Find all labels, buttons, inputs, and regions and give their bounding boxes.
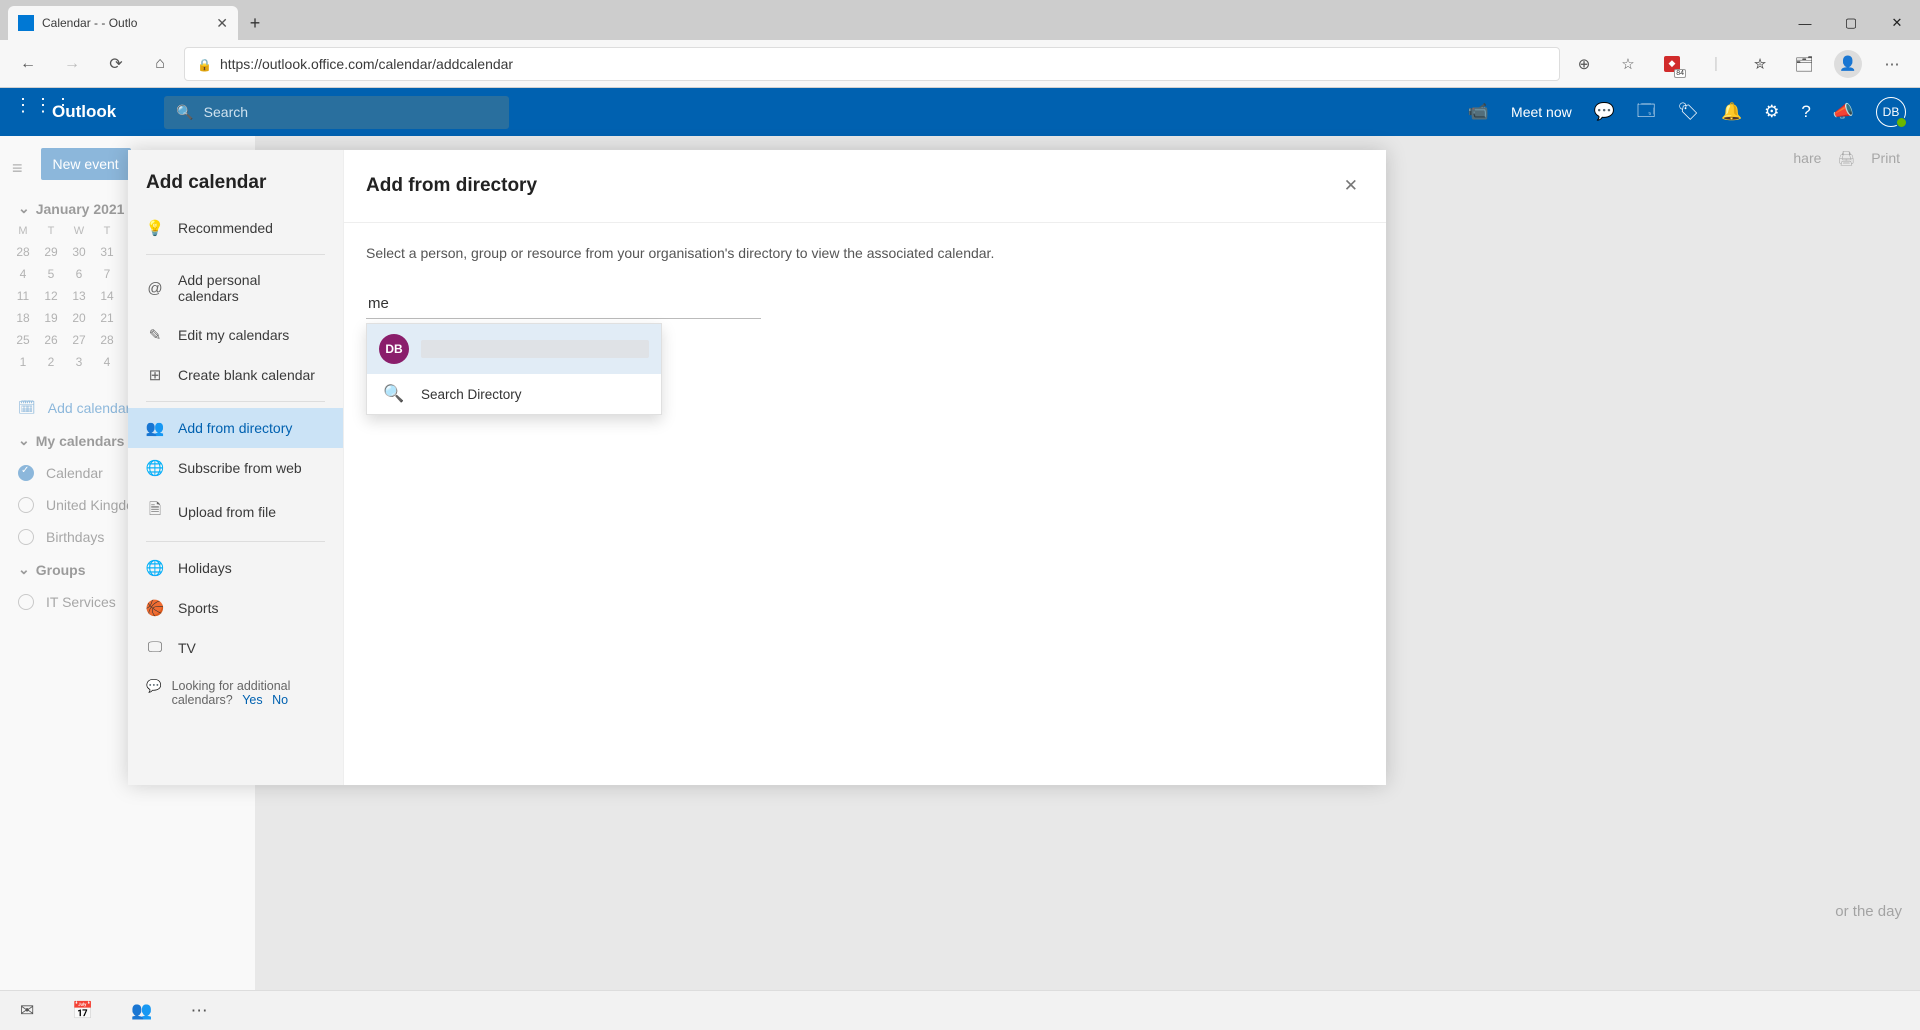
- add-page-button[interactable]: ⊕: [1564, 44, 1604, 84]
- meet-camera-icon[interactable]: 📹: [1468, 102, 1489, 122]
- modal-nav-item[interactable]: 🌐Subscribe from web: [128, 448, 343, 488]
- my-day-icon[interactable]: 🗔: [1637, 98, 1655, 127]
- megaphone-icon[interactable]: 📣: [1833, 102, 1854, 122]
- browser-tab-strip: Calendar - - Outlo ✕ + — ▢ ✕: [0, 0, 1920, 40]
- search-placeholder: Search: [204, 104, 248, 120]
- search-icon: 🔍: [379, 384, 409, 404]
- meet-now-button[interactable]: Meet now: [1511, 104, 1572, 120]
- modal-close-button[interactable]: ✕: [1338, 170, 1364, 202]
- tab-title: Calendar - - Outlo: [42, 16, 137, 30]
- modal-nav-item[interactable]: @Add personal calendars: [128, 261, 343, 315]
- browser-tab[interactable]: Calendar - - Outlo ✕: [8, 6, 238, 40]
- collections-button[interactable]: 🗂: [1784, 44, 1824, 84]
- modal-sidebar-title: Add calendar: [128, 150, 343, 208]
- calendar-module-icon[interactable]: 📅: [72, 1001, 93, 1021]
- refresh-button[interactable]: ⟳: [96, 44, 136, 84]
- app-launcher-icon[interactable]: ⋮⋮⋮: [14, 102, 34, 122]
- modal-nav-item[interactable]: ✎Edit my calendars: [128, 315, 343, 355]
- result-avatar: DB: [379, 334, 409, 364]
- nav-item-icon: 🏀: [146, 599, 164, 617]
- close-window-button[interactable]: ✕: [1874, 6, 1920, 40]
- nav-item-icon: 🌐: [146, 459, 164, 477]
- outlook-header: ⋮⋮⋮ Outlook 🔍 Search 📹 Meet now 💬 🗔 🏷 🔔 …: [0, 88, 1920, 136]
- modal-instructions: Select a person, group or resource from …: [366, 245, 1364, 261]
- nav-item-icon: @: [146, 280, 164, 297]
- modal-sidebar: Add calendar 💡Recommended @Add personal c…: [128, 150, 344, 785]
- modal-nav-item[interactable]: 🏀Sports: [128, 588, 343, 628]
- modal-nav-item[interactable]: 💡Recommended: [128, 208, 343, 248]
- feedback-no-link[interactable]: No: [272, 693, 288, 707]
- modal-nav-item[interactable]: 👥Add from directory: [128, 408, 343, 448]
- directory-results-dropdown: DB 🔍 Search Directory: [366, 323, 662, 415]
- nav-item-icon: ✎: [146, 326, 164, 344]
- feedback-prompt: 💬 Looking for additional calendars? Yes …: [128, 667, 343, 719]
- account-avatar[interactable]: DB: [1876, 97, 1906, 127]
- address-bar[interactable]: https://outlook.office.com/calendar/addc…: [184, 47, 1560, 81]
- nav-item-icon: 🗎: [146, 499, 164, 524]
- add-calendar-modal: Add calendar 💡Recommended @Add personal c…: [128, 150, 1386, 785]
- forward-button[interactable]: →: [52, 44, 92, 84]
- favorite-button[interactable]: ☆: [1608, 44, 1648, 84]
- modal-nav-item[interactable]: 🖵TV: [128, 628, 343, 667]
- outlook-brand[interactable]: Outlook: [52, 102, 116, 122]
- module-switch-rail: ✉ 📅 👥 ⋯: [0, 990, 1920, 1030]
- modal-nav-item[interactable]: 🗎Upload from file: [128, 488, 343, 535]
- home-button[interactable]: ⌂: [140, 44, 180, 84]
- modal-main: Add from directory ✕ Select a person, gr…: [344, 150, 1386, 785]
- nav-item-icon: ⊞: [146, 366, 164, 384]
- more-button[interactable]: ⋯: [1872, 44, 1912, 84]
- lock-icon: [197, 56, 212, 72]
- modal-nav-item[interactable]: 🌐Holidays: [128, 548, 343, 588]
- search-icon: 🔍: [176, 104, 193, 121]
- settings-icon[interactable]: ⚙: [1764, 102, 1779, 122]
- adblock-icon[interactable]: ◆84: [1652, 44, 1692, 84]
- directory-search-input[interactable]: [366, 289, 761, 319]
- result-name-redacted: [421, 340, 649, 358]
- notifications-icon[interactable]: 🔔: [1721, 102, 1742, 122]
- tab-favicon: [18, 15, 34, 31]
- maximize-button[interactable]: ▢: [1828, 6, 1874, 40]
- search-directory-item[interactable]: 🔍 Search Directory: [367, 374, 661, 414]
- todo-icon[interactable]: 🏷: [1677, 102, 1699, 122]
- feedback-icon: 💬: [146, 679, 162, 707]
- mail-module-icon[interactable]: ✉: [20, 1001, 34, 1021]
- modal-nav-item[interactable]: ⊞Create blank calendar: [128, 355, 343, 395]
- nav-item-icon: 🌐: [146, 559, 164, 577]
- favorites-list-button[interactable]: ✮: [1740, 44, 1780, 84]
- toolbar-separator: |: [1696, 44, 1736, 84]
- nav-item-icon: 🖵: [146, 639, 164, 656]
- nav-item-icon: 👥: [146, 419, 164, 437]
- window-controls: — ▢ ✕: [1782, 6, 1920, 40]
- modal-title: Add from directory: [366, 175, 537, 197]
- close-tab-icon[interactable]: ✕: [216, 15, 228, 32]
- more-modules-icon[interactable]: ⋯: [191, 1001, 208, 1021]
- url-text: https://outlook.office.com/calendar/addc…: [220, 56, 513, 72]
- minimize-button[interactable]: —: [1782, 6, 1828, 40]
- new-tab-button[interactable]: +: [238, 6, 272, 40]
- teams-chat-icon[interactable]: 💬: [1594, 102, 1615, 122]
- people-module-icon[interactable]: 👥: [131, 1001, 152, 1021]
- back-button[interactable]: ←: [8, 44, 48, 84]
- nav-item-icon: 💡: [146, 219, 164, 237]
- search-box[interactable]: 🔍 Search: [164, 96, 509, 129]
- help-icon[interactable]: ?: [1801, 102, 1810, 122]
- directory-result-item[interactable]: DB: [367, 324, 661, 374]
- feedback-yes-link[interactable]: Yes: [242, 693, 262, 707]
- profile-button[interactable]: 👤: [1828, 44, 1868, 84]
- address-bar-row: ← → ⟳ ⌂ https://outlook.office.com/calen…: [0, 40, 1920, 88]
